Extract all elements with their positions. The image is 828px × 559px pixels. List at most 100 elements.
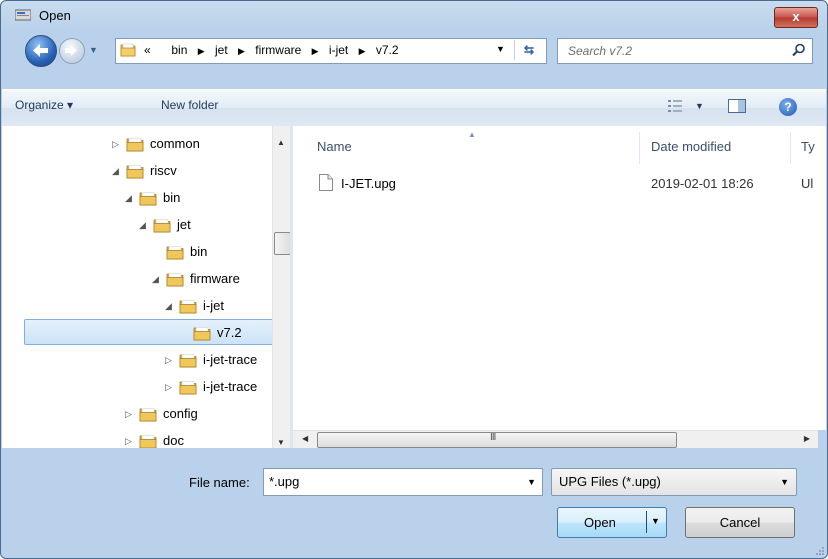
help-icon[interactable]: ? xyxy=(779,98,797,116)
back-button[interactable] xyxy=(25,35,57,67)
breadcrumb-separator-icon[interactable]: ▶ xyxy=(359,46,366,57)
forward-button[interactable] xyxy=(59,38,85,64)
split-divider xyxy=(646,511,647,533)
search-input[interactable]: Search v7.2 xyxy=(557,38,813,64)
file-type-filter-value: UPG Files (*.upg) xyxy=(559,474,661,489)
folder-icon xyxy=(153,219,171,233)
file-name-dropdown-icon[interactable]: ▼ xyxy=(527,477,536,487)
arrow-left-icon xyxy=(33,44,48,57)
tree-item-label: doc xyxy=(163,433,184,448)
column-divider[interactable] xyxy=(790,132,791,164)
scroll-up-icon[interactable]: ▲ xyxy=(277,138,285,147)
breadcrumb-item[interactable]: bin xyxy=(171,43,187,57)
breadcrumb-item[interactable]: i-jet xyxy=(329,43,348,57)
tree-item-label: firmware xyxy=(190,271,240,286)
folder-icon xyxy=(139,408,157,422)
address-bar[interactable]: « bin ▶ jet ▶ firmware ▶ i-jet ▶ v7.2 ▼ … xyxy=(115,38,547,64)
open-options-dropdown-icon[interactable]: ▼ xyxy=(651,516,660,526)
folder-icon xyxy=(139,435,157,448)
breadcrumb-item[interactable]: v7.2 xyxy=(376,43,399,57)
organize-button[interactable]: Organize ▾ xyxy=(15,98,73,112)
view-options-dropdown-icon[interactable]: ▼ xyxy=(695,101,704,111)
tree-item-label: v7.2 xyxy=(217,325,242,340)
breadcrumb-separator-icon[interactable]: ▶ xyxy=(312,46,319,57)
expand-arrow-icon[interactable]: ▷ xyxy=(165,376,175,398)
breadcrumb-overflow[interactable]: « xyxy=(144,43,151,57)
folder-icon xyxy=(126,138,144,152)
file-name-value[interactable]: *.upg xyxy=(269,474,299,489)
column-header-date-modified[interactable]: Date modified xyxy=(651,139,731,154)
navigation-pane[interactable]: ▷ common ◢ riscv ◢ bin ◢ jet bin ◢ firmware ◢ i-jet v… xyxy=(2,126,272,448)
tree-item-label: bin xyxy=(163,190,181,205)
expand-arrow-icon[interactable]: ▷ xyxy=(125,403,135,425)
file-type-filter-select[interactable]: UPG Files (*.upg) ▼ xyxy=(551,468,797,496)
cancel-button[interactable]: Cancel xyxy=(685,507,795,538)
window-title: Open xyxy=(39,8,71,23)
scroll-left-icon[interactable]: ◀ xyxy=(302,434,308,443)
address-dropdown-icon[interactable]: ▼ xyxy=(496,44,505,54)
scroll-grip: III xyxy=(490,432,496,443)
scroll-thumb[interactable]: III xyxy=(317,432,677,448)
resize-grip-icon[interactable] xyxy=(814,545,824,555)
open-button-label: Open xyxy=(584,515,616,530)
collapse-arrow-icon[interactable]: ◢ xyxy=(125,187,135,209)
filter-dropdown-icon[interactable]: ▼ xyxy=(780,477,789,487)
folder-icon xyxy=(139,192,157,206)
nav-vertical-scrollbar[interactable]: ▲ ▼ xyxy=(272,126,291,448)
file-horizontal-scrollbar[interactable]: ◀ III ▶ xyxy=(293,430,818,448)
file-date-cell: 2019-02-01 18:26 xyxy=(651,176,754,191)
breadcrumb-item[interactable]: jet xyxy=(215,43,228,57)
expand-arrow-icon[interactable]: ▷ xyxy=(112,133,122,155)
breadcrumb: « bin ▶ jet ▶ firmware ▶ i-jet ▶ v7.2 xyxy=(144,43,399,57)
tree-item-label: i-jet xyxy=(203,298,224,313)
file-name-combobox[interactable]: *.upg ▼ xyxy=(263,468,543,496)
tree-item-label: i-jet-trace xyxy=(203,352,258,367)
breadcrumb-separator-icon[interactable]: ▶ xyxy=(238,46,245,57)
tree-item-label: i-jet-trace xyxy=(203,379,258,394)
folder-icon xyxy=(179,381,197,395)
collapse-arrow-icon[interactable]: ◢ xyxy=(112,160,122,182)
column-header-name[interactable]: Name xyxy=(317,139,352,154)
column-divider[interactable] xyxy=(639,132,640,164)
refresh-icon: ⇆ xyxy=(523,43,535,57)
folder-icon xyxy=(120,43,136,57)
cancel-button-label: Cancel xyxy=(719,515,761,530)
folder-icon xyxy=(179,354,197,368)
folder-icon xyxy=(166,273,184,287)
breadcrumb-separator-icon[interactable]: ▶ xyxy=(198,46,205,57)
folder-icon xyxy=(179,300,197,314)
expand-arrow-icon[interactable]: ▷ xyxy=(125,430,135,448)
change-view-icon[interactable] xyxy=(668,100,682,112)
sort-ascending-icon: ▲ xyxy=(468,130,476,139)
file-type-cell: Ul xyxy=(801,176,814,191)
collapse-arrow-icon[interactable]: ◢ xyxy=(165,295,175,317)
collapse-arrow-icon[interactable]: ◢ xyxy=(139,214,149,236)
open-dialog: Open x ▼ « bin ▶ jet ▶ firmware ▶ i-jet … xyxy=(0,0,828,559)
open-button[interactable]: Open ▼ xyxy=(557,507,667,538)
title-bar[interactable]: Open x xyxy=(1,1,827,31)
close-button[interactable]: x xyxy=(774,7,818,28)
search-placeholder: Search v7.2 xyxy=(568,44,633,58)
tree-item-label: bin xyxy=(190,244,208,259)
preview-pane-icon[interactable] xyxy=(728,99,746,113)
search-icon[interactable] xyxy=(792,43,806,57)
scroll-right-icon[interactable]: ▶ xyxy=(804,434,810,443)
recent-pages-dropdown[interactable]: ▼ xyxy=(89,45,98,55)
file-list[interactable]: ▲ Name Date modified Ty I-JET.upg 2019-0… xyxy=(293,126,826,430)
scroll-down-icon[interactable]: ▼ xyxy=(277,438,285,447)
expand-arrow-icon[interactable]: ▷ xyxy=(165,349,175,371)
folder-icon xyxy=(193,327,211,341)
file-name-label: File name: xyxy=(189,475,250,490)
folder-icon xyxy=(126,165,144,179)
file-name-cell: I-JET.upg xyxy=(341,176,396,191)
breadcrumb-item[interactable]: firmware xyxy=(255,43,301,57)
refresh-button[interactable]: ⇆ xyxy=(514,40,543,60)
folder-icon xyxy=(166,246,184,260)
collapse-arrow-icon[interactable]: ◢ xyxy=(152,268,162,290)
dialog-app-icon xyxy=(15,9,31,21)
scroll-thumb[interactable] xyxy=(274,232,291,255)
arrow-right-icon xyxy=(65,45,77,56)
tree-item-label: jet xyxy=(177,217,191,232)
column-header-type[interactable]: Ty xyxy=(801,139,815,154)
new-folder-button[interactable]: New folder xyxy=(161,98,218,112)
